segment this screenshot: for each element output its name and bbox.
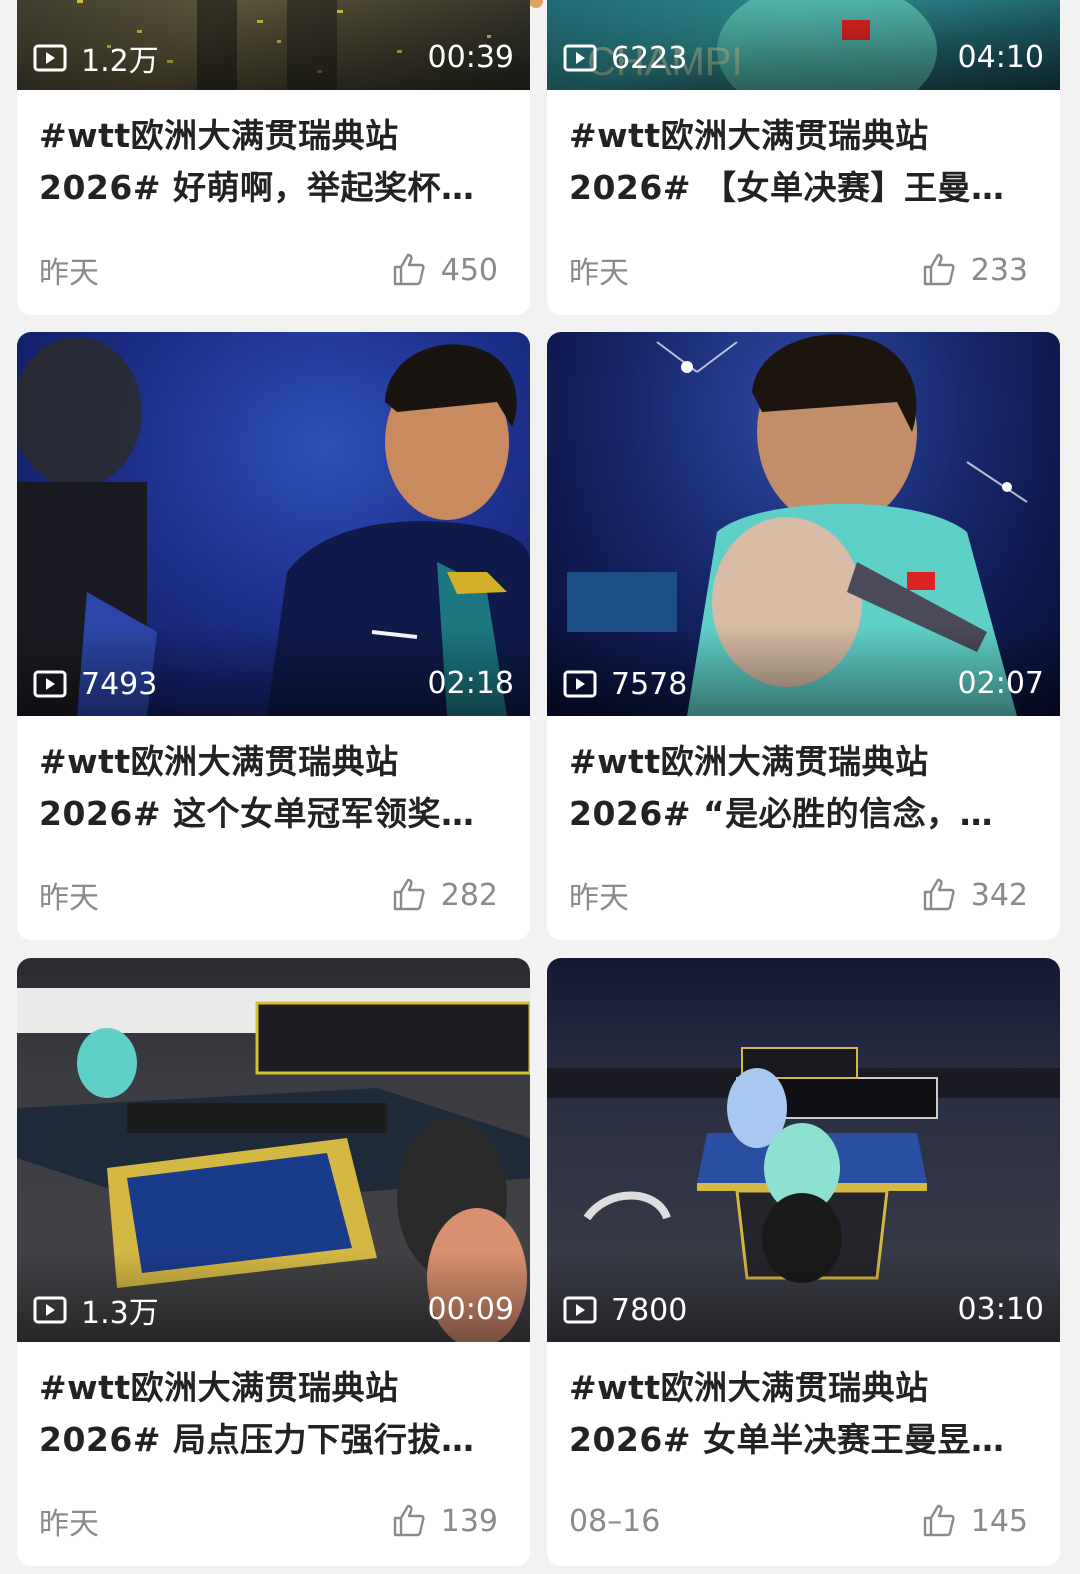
video-card[interactable]: 1.3万 00:09 #wtt欧洲大满贯瑞典站 2026# 局点压力下强行拔… … [17,958,530,1566]
thumbs-up-icon [923,253,955,286]
video-title[interactable]: #wtt欧洲大满贯瑞典站 2026# “是必胜的信念，… [569,736,1038,840]
publish-date: 昨天 [569,881,629,916]
video-title-line2: 2026# 女单半决赛王曼昱… [569,1420,1005,1459]
video-duration: 03:10 [957,1292,1044,1327]
video-grid: 1.2万 00:39 #wtt欧洲大满贯瑞典站 2026# 好萌啊，举起奖杯… … [0,0,1080,1574]
like-button[interactable]: 450 [391,252,498,288]
view-count: 7800 [563,1290,687,1330]
video-title-line2: 2026# 这个女单冠军领奖… [39,794,475,833]
view-count-text: 7493 [81,666,158,702]
video-thumbnail[interactable]: CHAMPI 6223 04:10 [547,0,1060,90]
view-count: 1.3万 [33,1290,159,1331]
video-duration: 02:07 [957,666,1044,701]
video-card[interactable]: 7578 02:07 #wtt欧洲大满贯瑞典站 2026# “是必胜的信念，… … [547,332,1060,940]
video-title[interactable]: #wtt欧洲大满贯瑞典站 2026# 【女单决赛】王曼… [569,110,1038,214]
video-title-line2: 2026# 局点压力下强行拔… [39,1420,475,1459]
like-button[interactable]: 233 [921,252,1028,288]
video-duration: 00:09 [427,1292,514,1327]
like-count: 342 [970,877,1028,913]
like-button[interactable]: 139 [391,1503,498,1539]
like-count: 139 [440,1503,498,1539]
publish-date: 08–16 [569,1503,661,1539]
like-count: 450 [440,252,498,288]
view-count: 7493 [33,664,157,704]
video-thumbnail[interactable]: 7800 03:10 [547,958,1060,1342]
view-count-text: 6223 [611,40,688,76]
video-meta: 昨天 139 [39,1501,498,1543]
view-count-text: 1.2万 [81,44,159,79]
video-thumbnail[interactable]: 1.2万 00:39 [17,0,530,90]
video-title[interactable]: #wtt欧洲大满贯瑞典站 2026# 好萌啊，举起奖杯… [39,110,508,214]
like-count: 282 [440,877,498,913]
video-thumbnail[interactable]: 7578 02:07 [547,332,1060,716]
thumbs-up-icon [393,1504,425,1537]
like-button[interactable]: 145 [921,1503,1028,1539]
video-play-icon [33,1296,67,1324]
video-duration: 02:18 [427,666,514,701]
like-count: 145 [970,1503,1028,1539]
publish-date: 昨天 [39,256,99,291]
video-thumbnail[interactable]: 7493 02:18 [17,332,530,716]
video-thumbnail[interactable]: 1.3万 00:09 [17,958,530,1342]
video-title-line1: #wtt欧洲大满贯瑞典站 [39,1368,399,1407]
like-button[interactable]: 342 [921,877,1028,913]
view-count: 1.2万 [33,38,159,79]
video-meta: 08–16 145 [569,1501,1028,1541]
video-title-line1: #wtt欧洲大满贯瑞典站 [39,742,399,781]
thumbs-up-icon [923,1504,955,1537]
video-title-line1: #wtt欧洲大满贯瑞典站 [569,1368,929,1407]
video-title-line2: 2026# 【女单决赛】王曼… [569,168,1005,207]
video-play-icon [563,1296,597,1324]
video-title[interactable]: #wtt欧洲大满贯瑞典站 2026# 这个女单冠军领奖… [39,736,508,840]
video-meta: 昨天 450 [39,250,498,292]
video-title-line2: 2026# 好萌啊，举起奖杯… [39,168,475,207]
like-button[interactable]: 282 [391,877,498,913]
publish-date: 昨天 [39,1507,99,1542]
like-count: 233 [970,252,1028,288]
video-duration: 00:39 [427,40,514,75]
view-count: 6223 [563,38,687,78]
video-card[interactable]: CHAMPI 6223 04:10 #wtt欧洲大满贯瑞典站 2026# 【女单… [547,0,1060,315]
video-card[interactable]: 7800 03:10 #wtt欧洲大满贯瑞典站 2026# 女单半决赛王曼昱… … [547,958,1060,1566]
video-play-icon [563,44,597,72]
video-title-line2: 2026# “是必胜的信念，… [569,794,994,833]
video-title[interactable]: #wtt欧洲大满贯瑞典站 2026# 女单半决赛王曼昱… [569,1362,1038,1466]
video-meta: 昨天 233 [569,250,1028,292]
view-count-text: 7578 [611,666,688,702]
publish-date: 昨天 [39,881,99,916]
video-meta: 昨天 282 [39,875,498,917]
video-title-line1: #wtt欧洲大满贯瑞典站 [569,116,929,155]
video-title[interactable]: #wtt欧洲大满贯瑞典站 2026# 局点压力下强行拔… [39,1362,508,1466]
thumbs-up-icon [393,878,425,911]
video-card[interactable]: 1.2万 00:39 #wtt欧洲大满贯瑞典站 2026# 好萌啊，举起奖杯… … [17,0,530,315]
thumbs-up-icon [923,878,955,911]
video-duration: 04:10 [957,40,1044,75]
video-card[interactable]: 7493 02:18 #wtt欧洲大满贯瑞典站 2026# 这个女单冠军领奖… … [17,332,530,940]
video-meta: 昨天 342 [569,875,1028,917]
thumbs-up-icon [393,253,425,286]
publish-date: 昨天 [569,256,629,291]
view-count: 7578 [563,664,687,704]
video-play-icon [563,670,597,698]
view-count-text: 7800 [611,1292,688,1328]
video-play-icon [33,44,67,72]
view-count-text: 1.3万 [81,1296,159,1331]
video-play-icon [33,670,67,698]
video-title-line1: #wtt欧洲大满贯瑞典站 [569,742,929,781]
video-title-line1: #wtt欧洲大满贯瑞典站 [39,116,399,155]
